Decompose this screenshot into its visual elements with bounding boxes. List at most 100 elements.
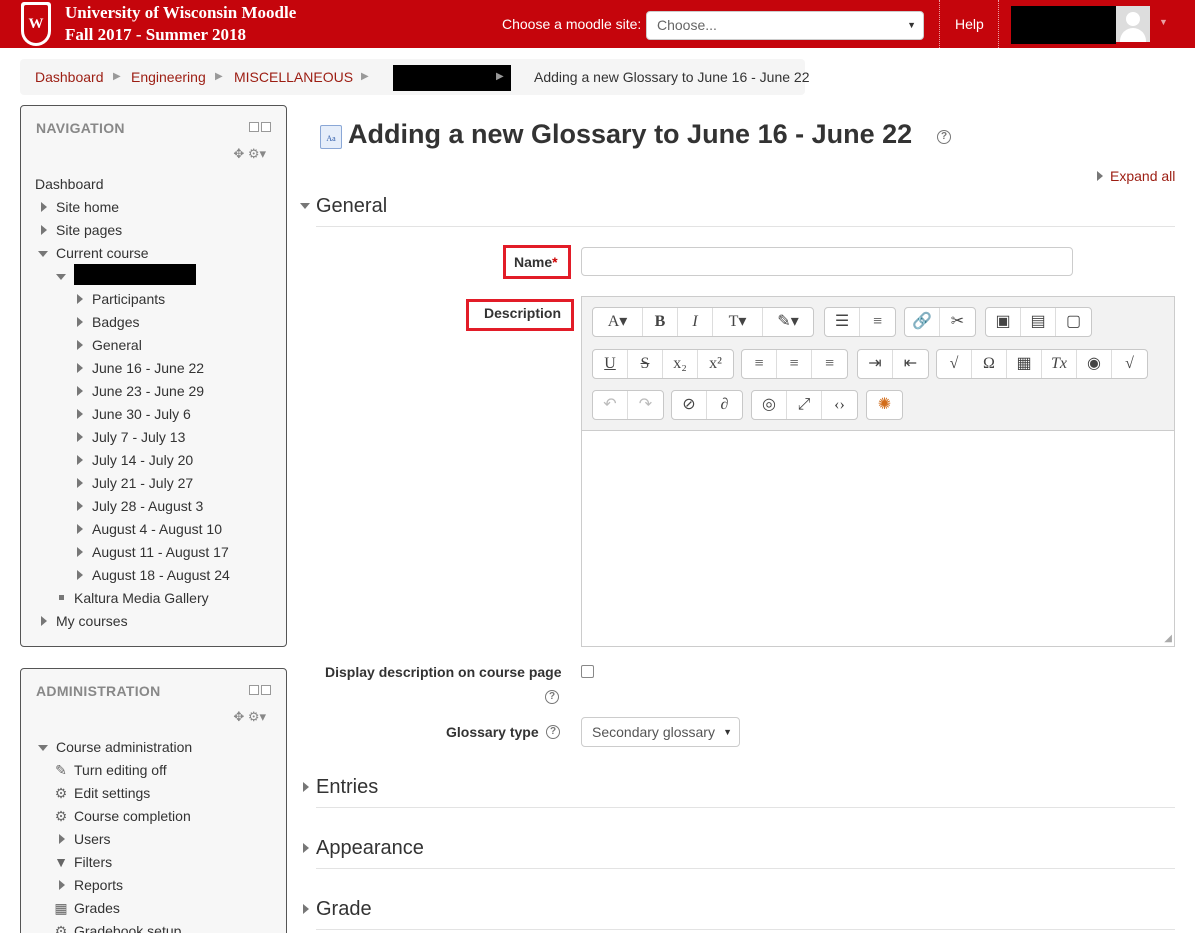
breadcrumb-miscellaneous[interactable]: MISCELLANEOUS [234, 69, 353, 85]
nav-course-item[interactable]: June 30 - July 6 [92, 406, 191, 422]
move-gear-icon[interactable]: ✥ ⚙▾ [233, 146, 266, 162]
nav-dashboard[interactable]: Dashboard [35, 176, 104, 192]
bold-icon[interactable]: B [643, 308, 678, 336]
section-entries[interactable]: Entries [316, 776, 378, 799]
user-menu-caret-icon[interactable]: ▼ [1159, 17, 1168, 27]
undo-icon[interactable]: ↶ [593, 391, 628, 419]
help-icon[interactable]: ? [545, 690, 559, 704]
link-icon[interactable]: 🔗 [905, 308, 940, 336]
kaltura-icon[interactable]: ✺ [867, 391, 902, 419]
image-icon[interactable]: ▣ [986, 308, 1021, 336]
nav-my-courses[interactable]: My courses [56, 613, 128, 629]
font-size-icon[interactable]: T▾ [713, 308, 763, 336]
expand-arrow-icon[interactable] [41, 616, 47, 626]
admin-gradebook-setup[interactable]: Gradebook setup [74, 923, 181, 933]
collapse-arrow-icon[interactable] [38, 251, 48, 257]
numbered-list-icon[interactable]: ≡ [860, 308, 895, 336]
help-icon[interactable]: ? [546, 725, 560, 739]
accessibility-icon[interactable]: ⊘ [672, 391, 707, 419]
breadcrumb-engineering[interactable]: Engineering [131, 69, 206, 85]
strikethrough-icon[interactable]: S [628, 350, 663, 378]
nav-course-item[interactable]: July 14 - July 20 [92, 452, 193, 468]
special-character-icon[interactable]: Ω [972, 350, 1007, 378]
expand-all-link[interactable]: Expand all [1110, 168, 1175, 184]
superscript-icon[interactable]: x² [698, 350, 733, 378]
choose-site-select[interactable]: Choose... ▼ [646, 11, 924, 40]
expand-arrow-icon[interactable] [59, 880, 65, 890]
collapse-arrow-icon[interactable] [38, 745, 48, 751]
help-link[interactable]: Help [955, 16, 984, 32]
expand-arrow-icon[interactable] [77, 294, 83, 304]
html-icon[interactable]: ‹› [822, 391, 857, 419]
align-center-icon[interactable]: ≡ [777, 350, 812, 378]
font-style-icon[interactable]: A▾ [593, 308, 643, 336]
nav-course-item[interactable]: July 28 - August 3 [92, 498, 203, 514]
media-icon[interactable]: ▤ [1021, 308, 1056, 336]
expand-arrow-icon[interactable] [77, 455, 83, 465]
files-icon[interactable]: ▢ [1056, 308, 1091, 336]
nav-current-course[interactable]: Current course [56, 245, 149, 261]
section-grade[interactable]: Grade [316, 898, 372, 921]
redacted-user-name[interactable] [1011, 6, 1116, 44]
section-general[interactable]: General [316, 195, 387, 218]
admin-grades[interactable]: Grades [74, 900, 120, 916]
expand-arrow-icon[interactable] [77, 340, 83, 350]
dock-icon[interactable] [249, 122, 259, 132]
expand-arrow-icon[interactable] [77, 432, 83, 442]
section-appearance[interactable]: Appearance [316, 837, 424, 860]
expand-arrow-icon[interactable] [41, 225, 47, 235]
nav-course-item[interactable]: August 18 - August 24 [92, 567, 230, 583]
collapse-arrow-icon[interactable] [56, 274, 66, 280]
glossary-type-select[interactable]: Secondary glossary ▼ [581, 717, 740, 747]
nav-course-item[interactable]: July 21 - July 27 [92, 475, 193, 491]
admin-filters[interactable]: Filters [74, 854, 112, 870]
admin-turn-editing-off[interactable]: Turn editing off [74, 762, 167, 778]
screenreader-icon[interactable]: ∂ [707, 391, 742, 419]
nav-course-item[interactable]: Badges [92, 314, 139, 330]
nav-course-item[interactable]: General [92, 337, 142, 353]
expand-arrow-icon[interactable] [77, 478, 83, 488]
expand-arrow-icon[interactable] [303, 843, 309, 853]
expand-arrow-icon[interactable] [77, 547, 83, 557]
unlink-icon[interactable]: ✂ [940, 308, 975, 336]
expand-arrow-icon[interactable] [41, 202, 47, 212]
align-left-icon[interactable]: ≡ [742, 350, 777, 378]
admin-edit-settings[interactable]: Edit settings [74, 785, 150, 801]
nav-course-item[interactable]: July 7 - July 13 [92, 429, 185, 445]
collapse-arrow-icon[interactable] [300, 203, 310, 209]
italic-icon[interactable]: I [678, 308, 713, 336]
expand-arrow-icon[interactable] [77, 501, 83, 511]
outdent-icon[interactable]: ⇤ [893, 350, 928, 378]
expand-arrow-icon[interactable] [77, 570, 83, 580]
resize-handle-icon[interactable]: ◢ [1164, 633, 1172, 644]
nav-course-item[interactable]: August 11 - August 17 [92, 544, 229, 560]
expand-arrow-icon[interactable] [303, 782, 309, 792]
nav-course-item[interactable]: June 16 - June 22 [92, 360, 204, 376]
expand-arrow-icon[interactable] [77, 524, 83, 534]
math-icon[interactable]: √ [1112, 350, 1147, 378]
collapse-icon[interactable] [261, 122, 271, 132]
equation-icon[interactable]: √ [937, 350, 972, 378]
redo-icon[interactable]: ↷ [628, 391, 663, 419]
move-gear-icon[interactable]: ✥ ⚙▾ [233, 709, 266, 725]
fullscreen-icon[interactable]: ⤢ [787, 391, 822, 419]
nav-kaltura[interactable]: Kaltura Media Gallery [74, 590, 209, 606]
expand-arrow-icon[interactable] [77, 317, 83, 327]
admin-course-administration[interactable]: Course administration [56, 739, 192, 755]
admin-course-completion[interactable]: Course completion [74, 808, 191, 824]
subscript-icon[interactable]: x₂ [663, 350, 698, 378]
bullet-list-icon[interactable]: ☰ [825, 308, 860, 336]
collapse-icon[interactable] [261, 685, 271, 695]
site-title[interactable]: University of Wisconsin Moodle Fall 2017… [65, 2, 296, 46]
redacted-course-name[interactable] [393, 65, 511, 91]
uw-crest-logo[interactable]: W [21, 2, 51, 46]
help-icon[interactable]: ? [937, 130, 951, 144]
expand-arrow-icon[interactable] [77, 386, 83, 396]
expand-arrow-icon[interactable] [77, 409, 83, 419]
expand-arrow-icon[interactable] [303, 904, 309, 914]
description-textarea[interactable] [582, 431, 1174, 646]
admin-users[interactable]: Users [74, 831, 111, 847]
expand-arrow-icon[interactable] [77, 363, 83, 373]
nav-site-home[interactable]: Site home [56, 199, 119, 215]
name-input[interactable] [581, 247, 1073, 276]
